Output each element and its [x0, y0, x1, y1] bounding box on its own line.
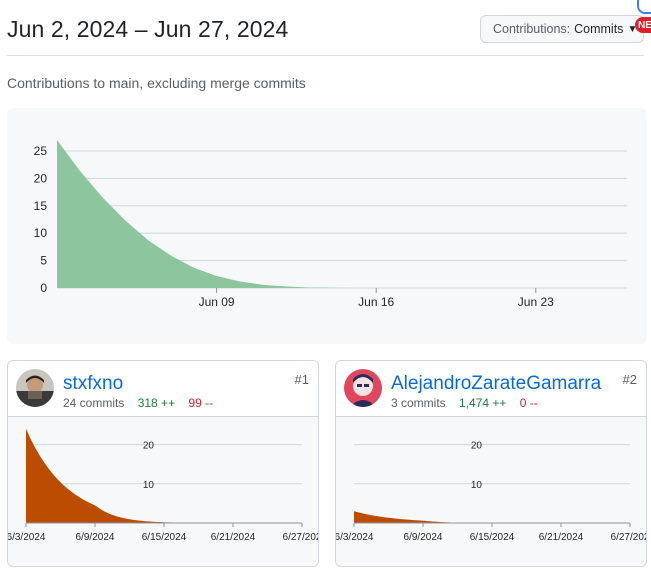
additions-count: 318 ++: [137, 396, 176, 410]
x-tick-label: Jun 09: [199, 295, 235, 309]
contributions-type-select[interactable]: Contributions: Commits ▼: [480, 15, 644, 43]
contributor-card-header: AlejandroZarateGamarra 3 commits 1,474 +…: [336, 361, 646, 417]
contributor-username[interactable]: stxfxno: [63, 373, 123, 395]
contributor-rank: #2: [622, 372, 637, 387]
contributor-rank: #1: [294, 372, 309, 387]
x-tick-label: 6/21/2024: [211, 532, 256, 543]
x-tick-label: 6/15/2024: [142, 532, 187, 543]
y-tick-label: 15: [34, 199, 48, 213]
x-tick-label: 6/9/2024: [404, 532, 443, 543]
avatar[interactable]: [16, 369, 54, 407]
contributor-chart-svg: 10 20 6/3/2024 6/9/2024 6/15/2024 6/21/2024 6/…: [8, 428, 319, 543]
main-contributions-chart: 0 5 10 15 20 25 Jun 09 Jun 16 Jun 23: [7, 108, 647, 344]
y-tick-label: 10: [471, 480, 483, 491]
y-tick-label: 10: [34, 226, 48, 240]
new-badge[interactable]: NE: [635, 17, 651, 33]
contributor-card: AlejandroZarateGamarra 3 commits 1,474 +…: [335, 360, 647, 567]
x-tick-label: 6/3/2024: [8, 532, 46, 543]
x-tick-label: Jun 23: [518, 295, 554, 309]
additions-count: 1,474 ++: [459, 396, 507, 410]
y-tick-label: 20: [34, 171, 48, 185]
x-tick-label: 6/21/2024: [539, 532, 584, 543]
deletions-count: 0 --: [519, 396, 538, 410]
main-chart-svg: 0 5 10 15 20 25 Jun 09 Jun 16 Jun 23: [34, 140, 627, 309]
y-tick-label: 10: [143, 480, 155, 491]
x-tick-label: 6/27/202: [611, 532, 647, 543]
contributor-chart: 10 20 6/3/2024 6/9/2024 6/15/2024 6/21/2024 6/…: [8, 417, 319, 566]
x-tick-label: 6/3/2024: [336, 532, 374, 543]
x-tick-label: 6/15/2024: [470, 532, 515, 543]
contributor-stats: 3 commits 1,474 ++ 0 --: [391, 396, 538, 410]
extension-icon[interactable]: [637, 0, 651, 14]
deletions-count: 99 --: [188, 396, 214, 410]
commits-area: [26, 428, 302, 523]
y-tick-label: 25: [34, 144, 48, 158]
select-value: Commits: [574, 22, 624, 36]
y-tick-label: 20: [471, 441, 483, 452]
x-tick-label: 6/27/202: [283, 532, 319, 543]
date-range-title: Jun 2, 2024 – Jun 27, 2024: [7, 16, 289, 42]
contributor-card: stxfxno 24 commits 318 ++ 99 -- #1 10 20 6…: [7, 360, 319, 567]
contributor-username[interactable]: AlejandroZarateGamarra: [391, 373, 601, 395]
contributor-card-header: stxfxno 24 commits 318 ++ 99 -- #1: [8, 361, 318, 417]
contributor-chart-svg: 10 20 6/3/2024 6/9/2024 6/15/2024 6/21/2024 6/…: [336, 441, 647, 543]
contributor-stats: 24 commits 318 ++ 99 --: [63, 396, 213, 410]
select-label: Contributions:: [493, 22, 571, 36]
x-tick-label: 6/9/2024: [76, 532, 115, 543]
commit-count-link[interactable]: 3 commits: [391, 396, 446, 410]
commits-area: [354, 511, 630, 523]
y-tick-label: 20: [143, 441, 155, 452]
x-tick-label: Jun 16: [358, 295, 394, 309]
y-tick-label: 5: [40, 254, 47, 268]
y-tick-label: 0: [40, 281, 47, 295]
contributor-chart: 10 20 6/3/2024 6/9/2024 6/15/2024 6/21/2024 6/…: [336, 417, 647, 566]
chart-subtitle: Contributions to main, excluding merge c…: [7, 75, 306, 91]
header-divider: [7, 55, 644, 56]
commits-area: [57, 140, 627, 288]
commit-count-link[interactable]: 24 commits: [63, 396, 124, 410]
avatar[interactable]: [344, 369, 382, 407]
